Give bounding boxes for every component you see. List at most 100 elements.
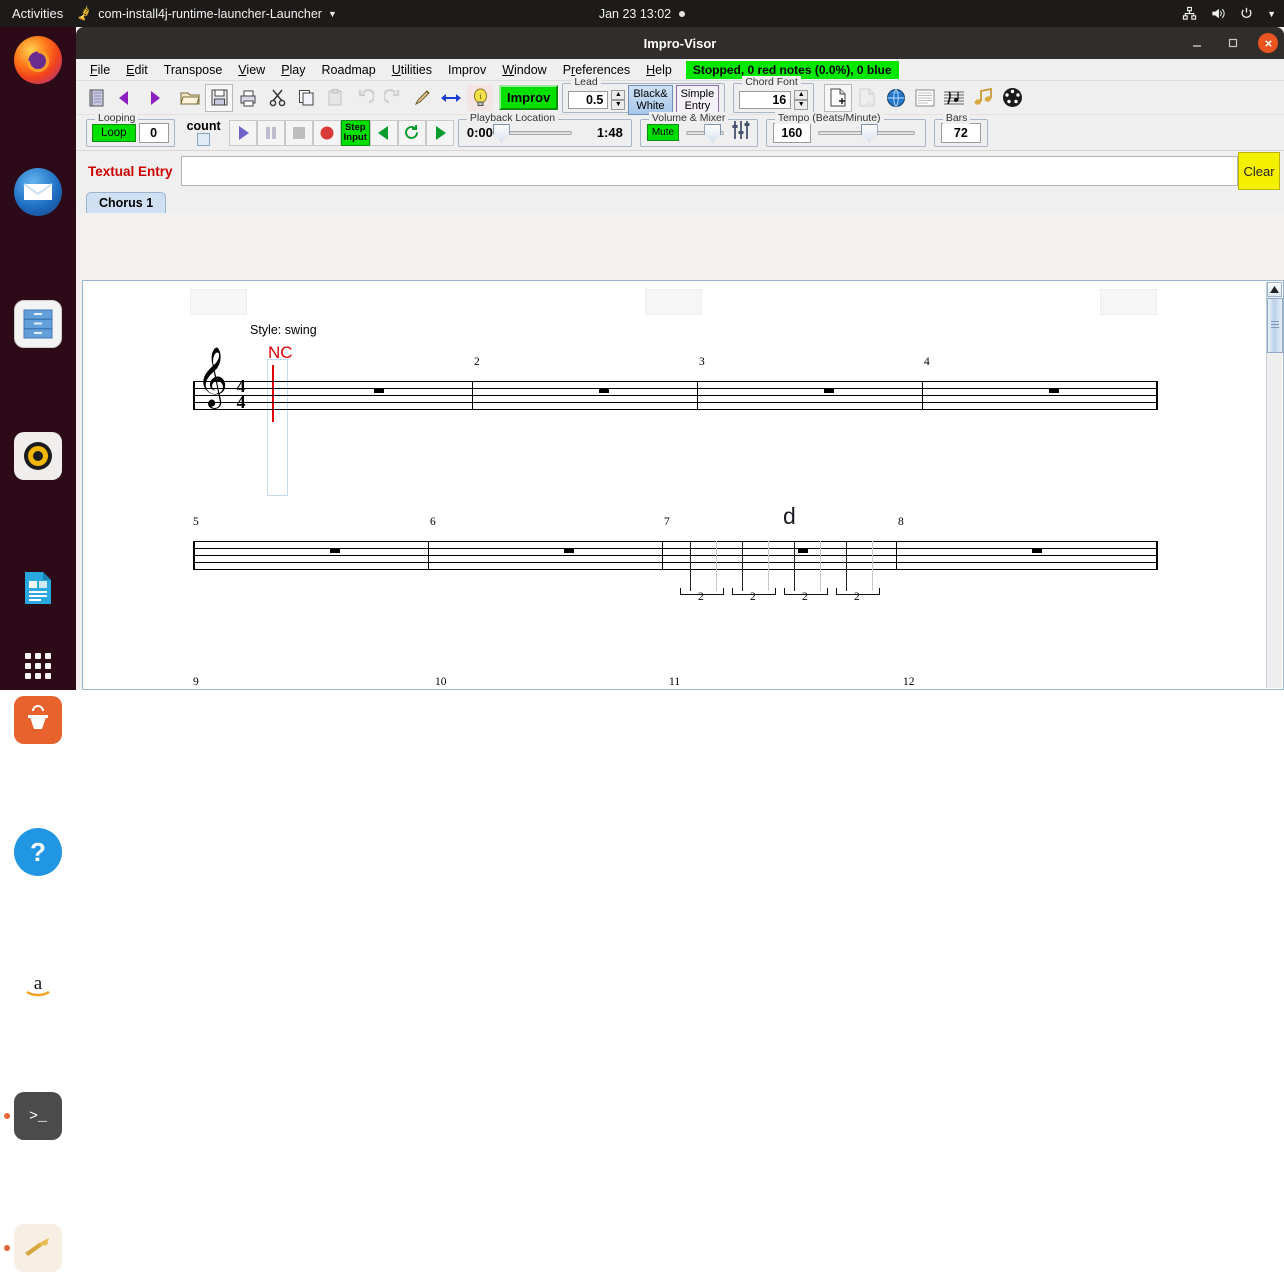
lightbulb-icon[interactable]: i — [466, 83, 494, 112]
open-folder-icon[interactable] — [176, 83, 204, 112]
menu-help[interactable]: Help — [638, 61, 680, 79]
stop-button[interactable] — [284, 119, 313, 146]
volume-slider-thumb[interactable] — [704, 123, 722, 143]
new-document-icon[interactable] — [824, 83, 853, 112]
scrollbar-thumb[interactable] — [1267, 298, 1283, 353]
menu-improv[interactable]: Improv — [440, 61, 494, 79]
close-button[interactable] — [1258, 33, 1278, 53]
step-input-button[interactable]: Step Input — [340, 119, 370, 146]
whole-rest[interactable] — [1049, 388, 1059, 393]
lead-spinner[interactable]: ▲ ▼ — [611, 89, 626, 110]
play-button[interactable] — [228, 119, 257, 146]
notes-icon[interactable] — [969, 83, 998, 112]
record-button[interactable] — [312, 119, 341, 146]
cut-icon[interactable] — [263, 83, 291, 112]
tab-chorus-1[interactable]: Chorus 1 — [86, 192, 167, 213]
spin-up-icon[interactable]: ▲ — [794, 89, 809, 100]
loop-refresh-button[interactable] — [397, 119, 426, 146]
whole-rest[interactable] — [330, 548, 340, 553]
menu-utilities[interactable]: Utilities — [384, 61, 440, 79]
menu-transpose[interactable]: Transpose — [156, 61, 231, 79]
document-sparkle-icon[interactable] — [853, 83, 882, 112]
whole-rest[interactable] — [798, 548, 808, 553]
chord-font-spinner[interactable]: ▲ ▼ — [794, 89, 809, 110]
redo-icon[interactable] — [379, 83, 407, 112]
globe-icon[interactable] — [882, 83, 911, 112]
menu-window[interactable]: Window — [494, 61, 554, 79]
loop-count-field[interactable]: 0 — [138, 122, 169, 143]
tempo-slider-thumb[interactable] — [860, 123, 878, 143]
mute-button[interactable]: Mute — [646, 124, 680, 141]
notebook-icon[interactable] — [82, 83, 110, 112]
notation-icon[interactable] — [940, 83, 969, 112]
undo-icon[interactable] — [350, 83, 378, 112]
next-button[interactable] — [425, 119, 454, 146]
score-pane[interactable]: Style: swing NC 𝄞 4 4 2 3 4 d 5 6 7 8 2 … — [82, 280, 1284, 690]
whole-rest[interactable] — [564, 548, 574, 553]
show-applications-button[interactable] — [0, 644, 76, 688]
vertical-scrollbar[interactable] — [1266, 282, 1283, 688]
dock-item-rhythmbox[interactable] — [0, 423, 76, 489]
back-arrow-icon[interactable] — [111, 83, 139, 112]
save-icon[interactable] — [205, 83, 233, 112]
menu-edit[interactable]: Edit — [118, 61, 156, 79]
dock-item-thunderbird[interactable] — [0, 159, 76, 225]
menu-play[interactable]: Play — [273, 61, 313, 79]
volume-slider[interactable] — [686, 123, 724, 143]
count-in-toggle[interactable]: count — [187, 119, 221, 146]
playback-slider-thumb[interactable] — [492, 123, 510, 143]
whole-rest[interactable] — [1032, 548, 1042, 553]
dock-item-help[interactable]: ? — [0, 819, 76, 885]
leadsheet-icon[interactable] — [911, 83, 940, 112]
dock-item-firefox[interactable] — [0, 27, 76, 93]
menu-view[interactable]: View — [230, 61, 273, 79]
staff-system-2[interactable]: 5 6 7 8 2 2 2 2 — [193, 516, 1158, 603]
improv-button[interactable]: Improv — [499, 85, 559, 110]
menu-roadmap[interactable]: Roadmap — [314, 61, 384, 79]
bars-value-field[interactable]: 72 — [940, 122, 981, 143]
dock-item-impro-visor[interactable] — [0, 1215, 76, 1281]
copy-icon[interactable] — [292, 83, 320, 112]
spin-up-icon[interactable]: ▲ — [611, 89, 626, 100]
whole-rest[interactable] — [599, 388, 609, 393]
active-app-menu[interactable]: 🎺 com-install4j-runtime-launcher-Launche… — [75, 4, 337, 23]
black-white-button[interactable]: Black& White — [628, 84, 673, 115]
score-canvas[interactable]: Style: swing NC 𝄞 4 4 2 3 4 d 5 6 7 8 2 … — [83, 281, 1265, 689]
pause-button[interactable] — [256, 119, 285, 146]
simple-entry-button[interactable]: Simple Entry — [675, 84, 720, 115]
lead-value[interactable]: 0.5 — [568, 90, 609, 109]
print-icon[interactable] — [234, 83, 262, 112]
staff-system-1[interactable]: 𝄞 4 4 2 3 4 — [193, 351, 1158, 411]
scroll-up-arrow-icon[interactable] — [1267, 282, 1282, 297]
dock-item-amazon[interactable]: a — [0, 951, 76, 1017]
mixer-sliders-icon[interactable] — [731, 119, 751, 146]
spin-down-icon[interactable]: ▼ — [794, 99, 809, 110]
forward-arrow-icon[interactable] — [140, 83, 168, 112]
maximize-button[interactable] — [1222, 32, 1244, 54]
chord-font-value[interactable]: 16 — [739, 90, 792, 109]
menu-file[interactable]: File — [82, 61, 118, 79]
resize-arrows-icon[interactable] — [437, 83, 465, 112]
paste-icon[interactable] — [321, 83, 349, 112]
dock-item-libreoffice-writer[interactable] — [0, 555, 76, 621]
pencil-icon[interactable] — [408, 83, 436, 112]
system-status-area[interactable]: ▼ — [1182, 6, 1276, 21]
midi-connector-icon[interactable] — [998, 83, 1027, 112]
spin-down-icon[interactable]: ▼ — [611, 99, 626, 110]
clear-button[interactable]: Clear — [1238, 152, 1280, 190]
tempo-value-field[interactable]: 160 — [772, 122, 811, 143]
whole-rest[interactable] — [824, 388, 834, 393]
whole-rest[interactable] — [374, 388, 384, 393]
dock-item-ubuntu-software[interactable] — [0, 687, 76, 753]
textual-entry-input[interactable] — [180, 156, 1238, 186]
tempo-slider[interactable] — [817, 123, 915, 143]
dock-item-files[interactable] — [0, 291, 76, 357]
dock-item-terminal[interactable]: >_ — [0, 1083, 76, 1149]
prev-button[interactable] — [369, 119, 398, 146]
loop-button[interactable]: Loop — [92, 123, 136, 142]
activities-button[interactable]: Activities — [0, 6, 77, 21]
playback-slider[interactable] — [492, 123, 572, 143]
selection-box[interactable] — [267, 359, 288, 496]
count-checkbox[interactable] — [197, 133, 211, 146]
minimize-button[interactable] — [1186, 32, 1208, 54]
